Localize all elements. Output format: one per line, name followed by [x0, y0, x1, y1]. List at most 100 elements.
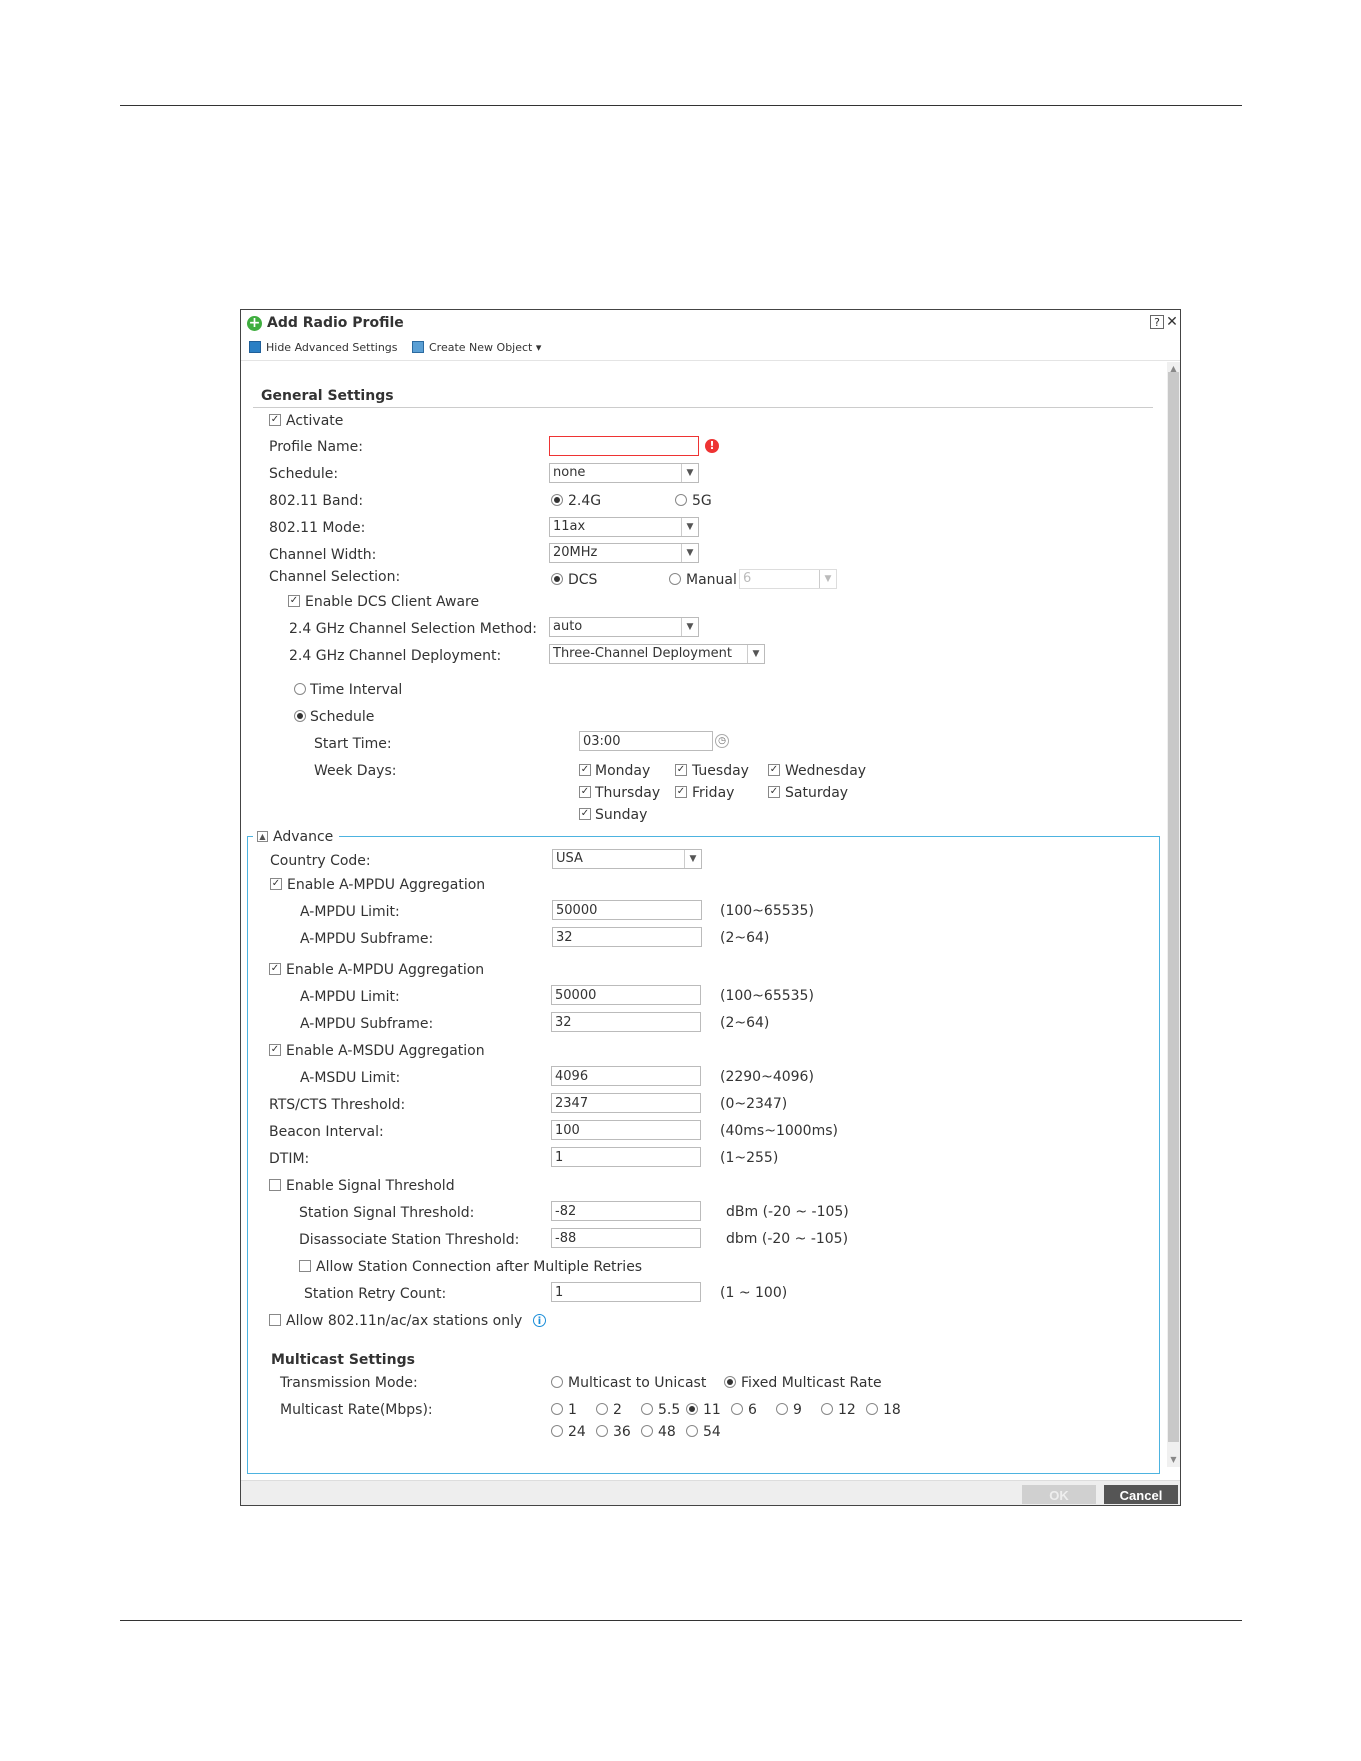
country-code-select[interactable]: USA ▼: [552, 849, 702, 869]
ampdu-subframe-input-2[interactable]: [551, 1012, 701, 1032]
rate-48-radio[interactable]: [641, 1425, 653, 1437]
mode-label: 802.11 Mode:: [269, 520, 366, 536]
scrollbar-thumb[interactable]: [1168, 372, 1179, 1442]
manual-channel-select[interactable]: 6 ▼: [739, 569, 837, 589]
activate-checkbox[interactable]: ✓: [269, 414, 281, 426]
selection-method-select[interactable]: auto ▼: [549, 617, 699, 637]
help-button[interactable]: ?: [1150, 315, 1164, 329]
sunday-checkbox[interactable]: ✓: [579, 808, 591, 820]
profile-name-input[interactable]: [549, 436, 699, 456]
schedule-select[interactable]: none ▼: [549, 463, 699, 483]
ampdu-aggregation-checkbox-1[interactable]: ✓: [270, 878, 282, 890]
schedule-radio[interactable]: [294, 710, 306, 722]
rate-36-radio[interactable]: [596, 1425, 608, 1437]
country-code-value: USA: [556, 851, 583, 866]
rate-12-radio[interactable]: [821, 1403, 833, 1415]
rate-54-radio[interactable]: [686, 1425, 698, 1437]
rate-1-label: 1: [568, 1402, 577, 1418]
start-time-label: Start Time:: [314, 736, 392, 752]
mode-select[interactable]: 11ax ▼: [549, 517, 699, 537]
start-time-input[interactable]: [579, 731, 713, 751]
rate-5-5-radio[interactable]: [641, 1403, 653, 1415]
time-interval-radio[interactable]: [294, 683, 306, 695]
amsdu-limit-label: A-MSDU Limit:: [300, 1070, 401, 1086]
page-top-rule: [120, 105, 1242, 106]
ampdu-limit-input-2[interactable]: [551, 985, 701, 1005]
band-2-4g-radio[interactable]: [551, 494, 563, 506]
friday-checkbox[interactable]: ✓: [675, 786, 687, 798]
multicast-to-unicast-radio[interactable]: [551, 1376, 563, 1388]
rate-6-radio[interactable]: [731, 1403, 743, 1415]
rate-24-radio[interactable]: [551, 1425, 563, 1437]
ampdu-subframe-label-2: A-MPDU Subframe:: [300, 1016, 434, 1032]
retry-count-range: (1 ~ 100): [720, 1285, 788, 1301]
rts-range: (0~2347): [720, 1096, 788, 1112]
ampdu-limit-input-1[interactable]: [552, 900, 702, 920]
collapse-icon[interactable]: ▲: [257, 831, 268, 842]
channel-width-value: 20MHz: [553, 545, 598, 560]
scroll-down-icon[interactable]: ▼: [1169, 1455, 1178, 1464]
channel-dcs-radio[interactable]: [551, 573, 563, 585]
amsdu-limit-input[interactable]: [551, 1066, 701, 1086]
ampdu-limit-label-1: A-MPDU Limit:: [300, 904, 400, 920]
band-5g-radio[interactable]: [675, 494, 687, 506]
week-days-label: Week Days:: [314, 763, 397, 779]
rate-11-radio[interactable]: [686, 1403, 698, 1415]
channel-manual-radio[interactable]: [669, 573, 681, 585]
allow-retries-checkbox[interactable]: [299, 1260, 311, 1272]
clock-icon[interactable]: ◷: [715, 734, 729, 748]
scroll-up-icon[interactable]: ▲: [1169, 364, 1178, 373]
station-signal-label: Station Signal Threshold:: [299, 1205, 475, 1221]
fixed-multicast-rate-label: Fixed Multicast Rate: [741, 1375, 882, 1391]
dcs-client-aware-checkbox[interactable]: ✓: [288, 595, 300, 607]
chevron-down-icon: ▼: [819, 570, 836, 588]
sunday-label: Sunday: [595, 807, 648, 823]
disassociate-range: dbm (-20 ~ -105): [726, 1231, 849, 1247]
dtim-label: DTIM:: [269, 1151, 310, 1167]
monday-checkbox[interactable]: ✓: [579, 764, 591, 776]
signal-threshold-checkbox[interactable]: [269, 1179, 281, 1191]
beacon-input[interactable]: [551, 1120, 701, 1140]
saturday-label: Saturday: [785, 785, 849, 801]
channel-width-label: Channel Width:: [269, 547, 377, 563]
dialog-titlebar: + Add Radio Profile ? ✕: [241, 310, 1180, 336]
rate-9-radio[interactable]: [776, 1403, 788, 1415]
tuesday-checkbox[interactable]: ✓: [675, 764, 687, 776]
ampdu-aggregation-checkbox-2[interactable]: ✓: [269, 963, 281, 975]
thursday-checkbox[interactable]: ✓: [579, 786, 591, 798]
cancel-button[interactable]: Cancel: [1104, 1485, 1178, 1504]
info-icon[interactable]: i: [533, 1314, 546, 1327]
allow-n-only-checkbox[interactable]: [269, 1314, 281, 1326]
hide-advanced-settings-button[interactable]: Hide Advanced Settings: [249, 341, 398, 354]
activate-label: Activate: [286, 413, 344, 429]
rate-18-radio[interactable]: [866, 1403, 878, 1415]
station-signal-input[interactable]: [551, 1201, 701, 1221]
general-settings-heading: General Settings: [261, 388, 394, 404]
close-button[interactable]: ✕: [1165, 315, 1179, 329]
dtim-input[interactable]: [551, 1147, 701, 1167]
saturday-checkbox[interactable]: ✓: [768, 786, 780, 798]
rate-48-label: 48: [658, 1424, 676, 1440]
rate-2-radio[interactable]: [596, 1403, 608, 1415]
fixed-multicast-rate-radio[interactable]: [724, 1376, 736, 1388]
rts-input[interactable]: [551, 1093, 701, 1113]
wednesday-checkbox[interactable]: ✓: [768, 764, 780, 776]
disassociate-input[interactable]: [551, 1228, 701, 1248]
ok-button[interactable]: OK: [1022, 1485, 1096, 1504]
deployment-select[interactable]: Three-Channel Deployment ▼: [549, 644, 765, 664]
create-object-label: Create New Object ▾: [429, 341, 542, 354]
ampdu-subframe-range-2: (2~64): [720, 1015, 770, 1031]
dialog-title: Add Radio Profile: [267, 315, 404, 331]
ampdu-limit-label-2: A-MPDU Limit:: [300, 989, 400, 1005]
rate-1-radio[interactable]: [551, 1403, 563, 1415]
create-new-object-menu[interactable]: Create New Object ▾: [412, 341, 541, 354]
object-icon: [412, 341, 424, 353]
ampdu-subframe-input-1[interactable]: [552, 927, 702, 947]
beacon-range: (40ms~1000ms): [720, 1123, 838, 1139]
mode-value: 11ax: [553, 519, 586, 534]
amsdu-aggregation-checkbox[interactable]: ✓: [269, 1044, 281, 1056]
dialog-toolbar: Hide Advanced Settings Create New Object…: [241, 338, 1180, 361]
channel-width-select[interactable]: 20MHz ▼: [549, 543, 699, 563]
retry-count-input[interactable]: [551, 1282, 701, 1302]
chevron-down-icon: ▼: [681, 464, 698, 482]
